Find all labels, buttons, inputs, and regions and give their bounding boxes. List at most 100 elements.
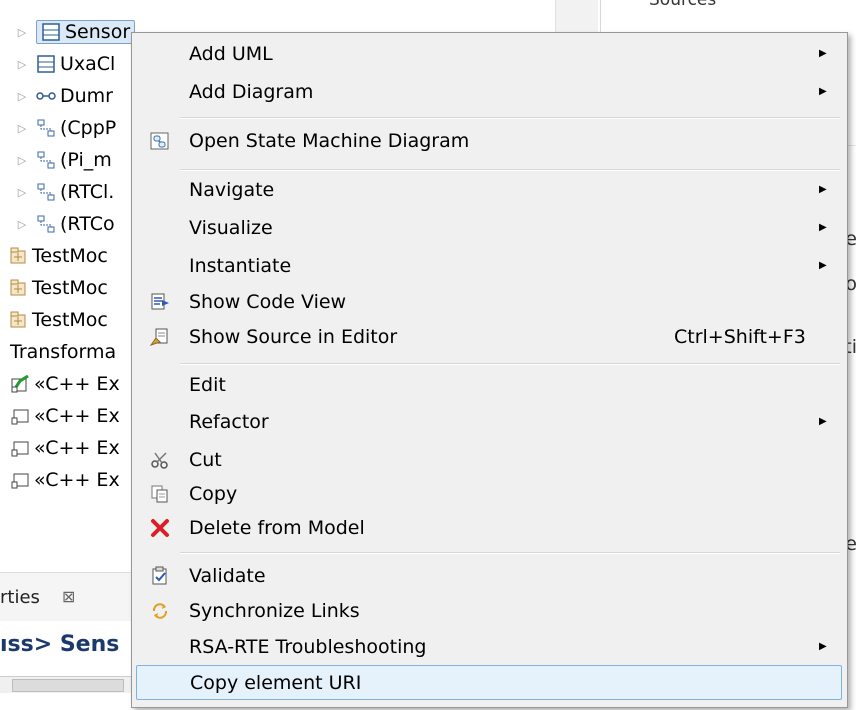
expand-arrow-icon[interactable]: ▷ bbox=[14, 186, 30, 199]
menu-item-synchronize-links[interactable]: Synchronize Links bbox=[136, 593, 842, 628]
source-editor-icon bbox=[148, 325, 172, 349]
menu-item-label: Delete from Model bbox=[189, 516, 365, 539]
menu-item-label: Cut bbox=[189, 448, 222, 471]
menu-item-label: Refactor bbox=[189, 410, 269, 433]
tree-item[interactable]: ▷ (RTCl. bbox=[14, 176, 115, 208]
menu-item-open-state-machine-diagram[interactable]: Open State Machine Diagram bbox=[136, 123, 842, 158]
menu-item-copy-element-uri[interactable]: Copy element URI bbox=[136, 665, 842, 700]
tree-item-label: UxaCl bbox=[60, 53, 116, 75]
tree-item[interactable]: «C++ Ex bbox=[10, 368, 120, 400]
expand-arrow-icon[interactable]: ▷ bbox=[14, 26, 30, 39]
code-view-icon bbox=[148, 290, 172, 314]
properties-title-text: ıss> Sens bbox=[0, 632, 120, 657]
scrollbar-thumb[interactable] bbox=[12, 679, 124, 692]
tree-item-label: (RTCl. bbox=[60, 181, 115, 203]
menu-item-show-source-in-editor[interactable]: Show Source in Editor Ctrl+Shift+F3 bbox=[136, 319, 842, 354]
menu-item-show-code-view[interactable]: Show Code View bbox=[136, 284, 842, 319]
tree-item-label: «C++ Ex bbox=[34, 405, 120, 427]
submenu-arrow-icon: ▶ bbox=[819, 260, 827, 271]
state-machine-diagram-icon bbox=[148, 129, 172, 153]
menu-item-label: Open State Machine Diagram bbox=[189, 129, 470, 152]
transform-config-icon bbox=[10, 406, 30, 426]
delete-icon bbox=[148, 516, 172, 540]
menu-item-add-diagram[interactable]: Add Diagram ▶ bbox=[136, 74, 842, 109]
submenu-arrow-icon: ▶ bbox=[819, 416, 827, 427]
menu-item-label: Edit bbox=[189, 373, 226, 396]
tree-item-label: TestMoc bbox=[32, 309, 108, 331]
tree-item-label: «C++ Ex bbox=[34, 373, 120, 395]
tree-item-label: Sensor bbox=[65, 21, 131, 43]
package-icon bbox=[8, 246, 28, 266]
menu-item-rsa-rte-troubleshooting[interactable]: RSA-RTE Troubleshooting ▶ bbox=[136, 629, 842, 664]
menu-item-visualize[interactable]: Visualize ▶ bbox=[136, 210, 842, 245]
horizontal-scrollbar[interactable] bbox=[0, 676, 140, 693]
properties-tab-bar: rties ⊠ bbox=[0, 572, 141, 621]
tree-item[interactable]: «C++ Ex bbox=[10, 464, 120, 496]
menu-item-label: Navigate bbox=[189, 178, 275, 201]
expand-arrow-icon[interactable]: ▷ bbox=[14, 58, 30, 71]
menu-item-delete-from-model[interactable]: Delete from Model bbox=[136, 510, 842, 545]
properties-title: ıss> Sens bbox=[0, 622, 140, 666]
properties-tab-label[interactable]: rties bbox=[0, 587, 40, 608]
menu-separator bbox=[180, 169, 840, 171]
menu-item-label: Add UML bbox=[189, 42, 273, 65]
tree-item-label: TestMoc bbox=[32, 245, 108, 267]
close-tab-icon[interactable]: ⊠ bbox=[62, 587, 75, 606]
submenu-arrow-icon: ▶ bbox=[819, 48, 827, 59]
menu-separator bbox=[180, 117, 840, 119]
menu-item-shortcut: Ctrl+Shift+F3 bbox=[674, 325, 806, 348]
menu-separator bbox=[180, 552, 840, 554]
expand-arrow-icon[interactable]: ▷ bbox=[14, 90, 30, 103]
expand-arrow-icon[interactable]: ▷ bbox=[14, 122, 30, 135]
tree-item[interactable]: TestMoc bbox=[8, 272, 108, 304]
tree-item[interactable]: ▷ (RTCo bbox=[14, 208, 115, 240]
sources-header: Sources bbox=[649, 0, 717, 10]
tree-item-label: (CppP bbox=[60, 117, 117, 139]
menu-item-add-uml[interactable]: Add UML ▶ bbox=[136, 36, 842, 71]
menu-item-label: Instantiate bbox=[189, 254, 292, 277]
submenu-arrow-icon: ▶ bbox=[819, 184, 827, 195]
class-icon bbox=[36, 54, 56, 74]
tree-item-sensor[interactable]: ▷ Sensor bbox=[14, 16, 136, 48]
expand-arrow-icon[interactable]: ▷ bbox=[14, 218, 30, 231]
copy-icon bbox=[148, 482, 172, 506]
menu-item-cut[interactable]: Cut bbox=[136, 442, 842, 477]
tree-item-label: TestMoc bbox=[32, 277, 108, 299]
menu-item-refactor[interactable]: Refactor ▶ bbox=[136, 404, 842, 439]
package-icon bbox=[8, 310, 28, 330]
tree-item[interactable]: «C++ Ex bbox=[10, 432, 120, 464]
sync-icon bbox=[148, 599, 172, 623]
tree-item[interactable]: ▷ UxaCl bbox=[14, 48, 116, 80]
tree-item-label: (RTCo bbox=[60, 213, 115, 235]
submenu-arrow-icon: ▶ bbox=[819, 641, 827, 652]
class-icon bbox=[41, 22, 61, 42]
menu-item-validate[interactable]: Validate bbox=[136, 558, 842, 593]
menu-item-label: Copy bbox=[189, 482, 238, 505]
tree-item[interactable]: TestMoc bbox=[8, 304, 108, 336]
tree-item-label: «C++ Ex bbox=[34, 469, 120, 491]
tree-item[interactable]: ▷ (Pi_m bbox=[14, 144, 112, 176]
expand-arrow-icon[interactable]: ▷ bbox=[14, 154, 30, 167]
menu-item-label: Visualize bbox=[189, 216, 273, 239]
submenu-arrow-icon: ▶ bbox=[819, 86, 827, 97]
validate-icon bbox=[148, 564, 172, 588]
context-menu: Add UML ▶ Add Diagram ▶ Open State Machi… bbox=[131, 32, 848, 708]
menu-item-label: Synchronize Links bbox=[189, 599, 360, 622]
menu-item-label: Validate bbox=[189, 564, 266, 587]
tree-item[interactable]: TestMoc bbox=[8, 240, 108, 272]
menu-item-copy[interactable]: Copy bbox=[136, 476, 842, 511]
menu-item-label: Copy element URI bbox=[190, 671, 362, 694]
tree-item[interactable]: «C++ Ex bbox=[10, 400, 120, 432]
menu-item-navigate[interactable]: Navigate ▶ bbox=[136, 172, 842, 207]
selected-node[interactable]: Sensor bbox=[36, 20, 136, 44]
connector-icon bbox=[36, 118, 56, 138]
tree-item[interactable]: ▷ (CppP bbox=[14, 112, 117, 144]
connector-icon bbox=[36, 150, 56, 170]
tree-item-transformations[interactable]: Transforma bbox=[10, 336, 116, 368]
tree-item[interactable]: ▷ Dumr bbox=[14, 80, 113, 112]
tree-item-label: (Pi_m bbox=[60, 149, 112, 171]
scissors-icon bbox=[148, 448, 172, 472]
menu-item-instantiate[interactable]: Instantiate ▶ bbox=[136, 248, 842, 283]
tree-item-label: Transforma bbox=[10, 341, 117, 363]
menu-item-edit[interactable]: Edit bbox=[136, 367, 842, 402]
